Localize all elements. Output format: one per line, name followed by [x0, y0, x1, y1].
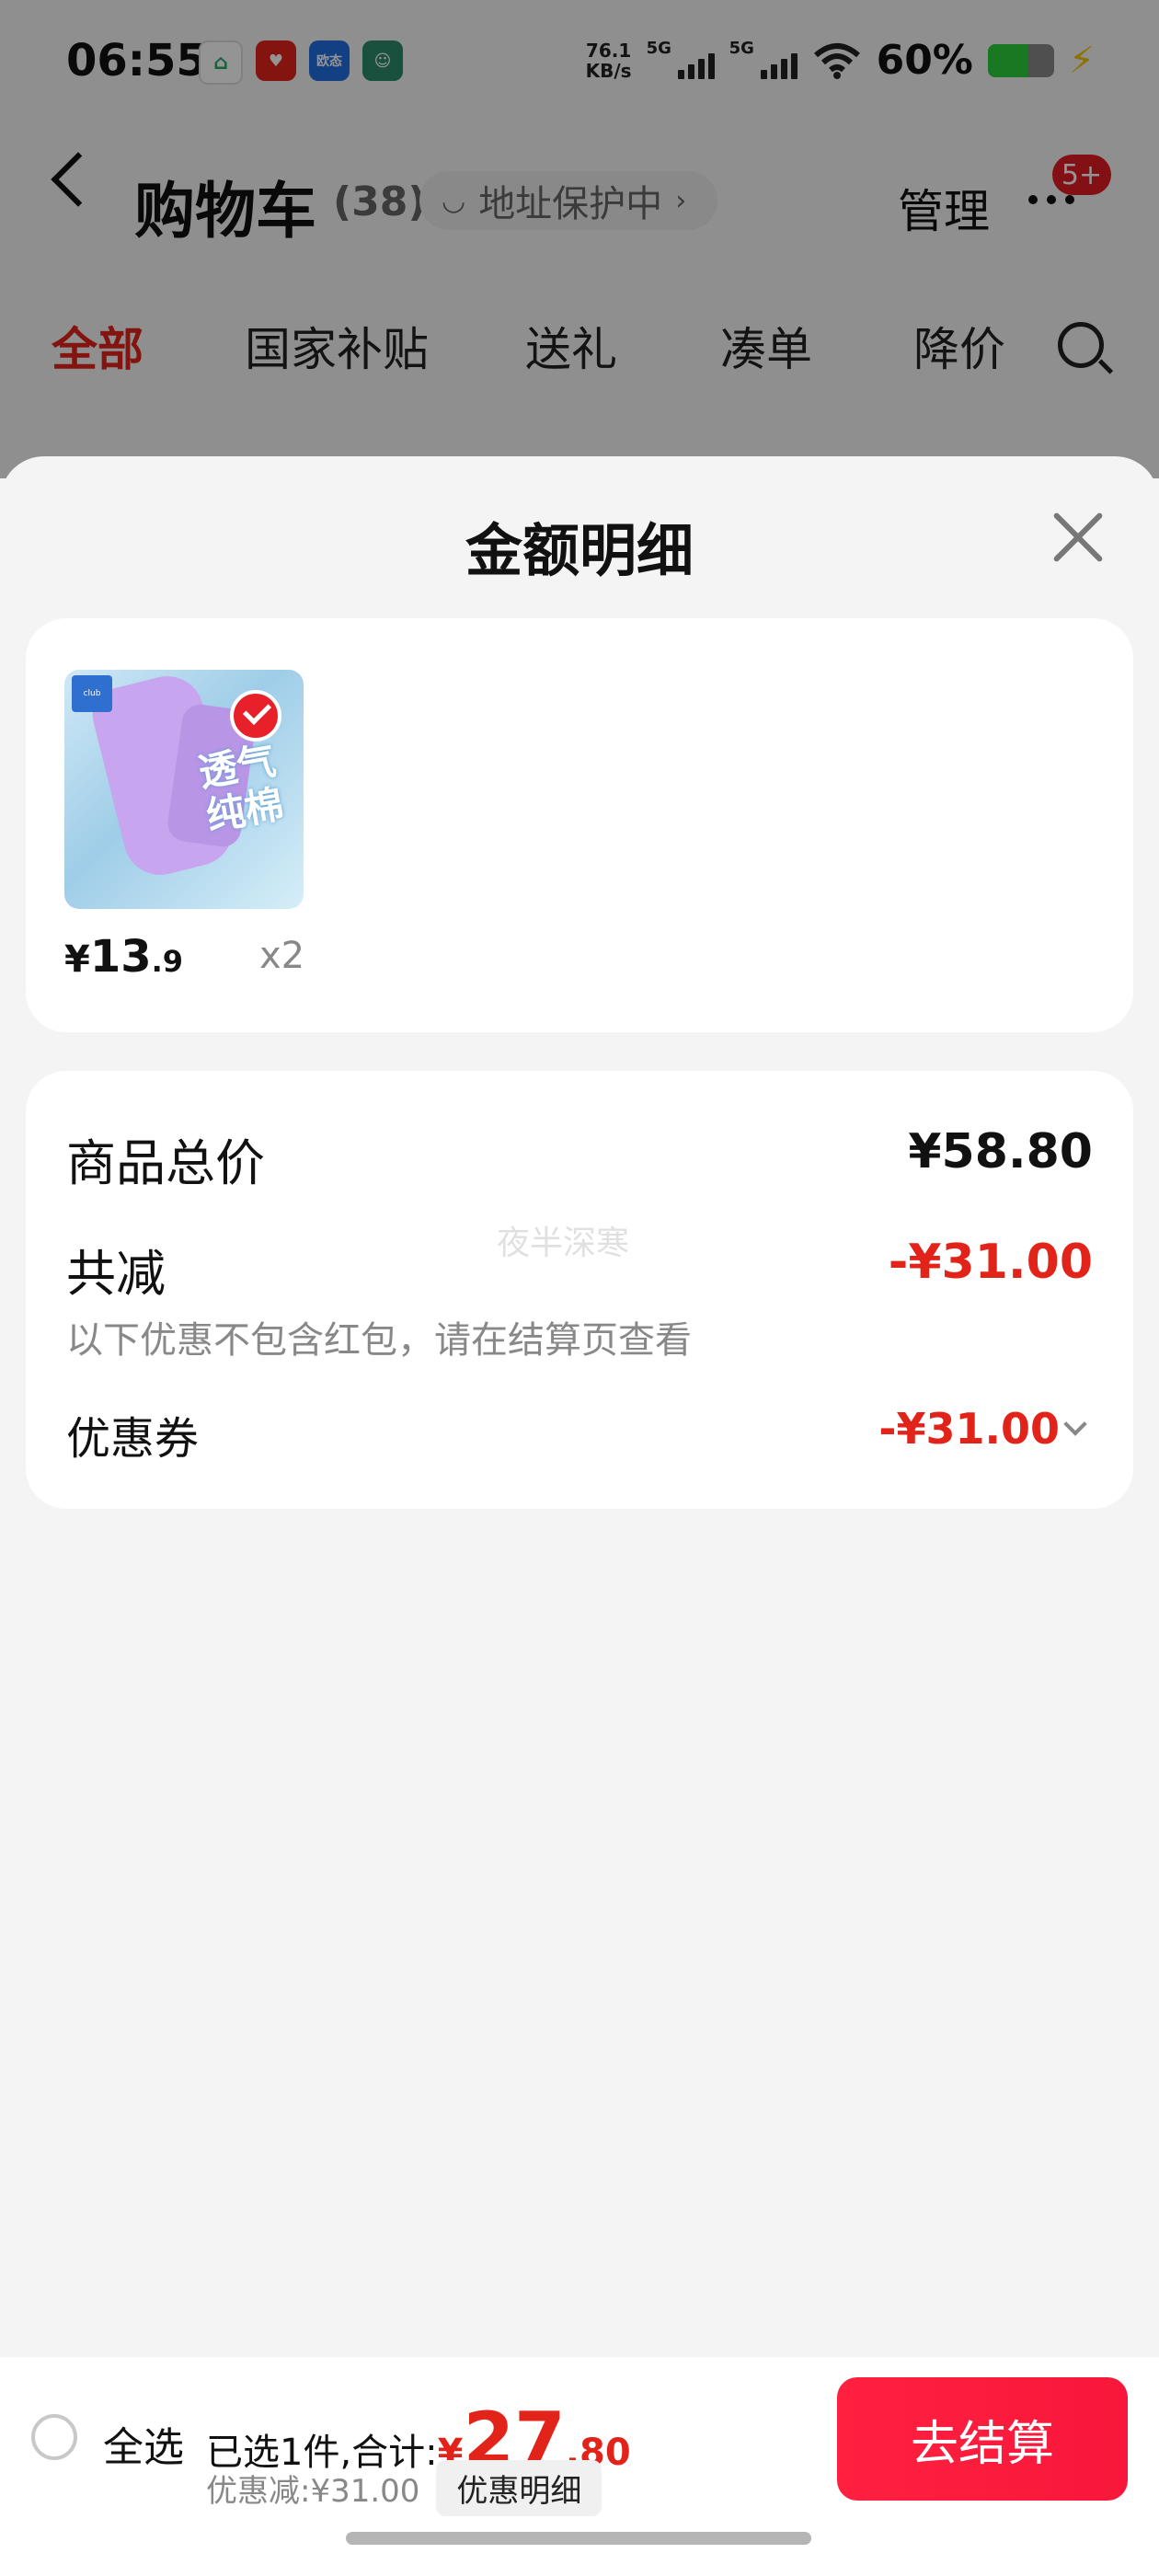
item-quantity: x2 [259, 935, 305, 977]
total-reduction-value: -¥31.00 [888, 1235, 1093, 1290]
item-price-symbol: ¥ [64, 938, 90, 981]
discount-text: 优惠减:¥31.00 [206, 2473, 420, 2510]
coupon-amount: -¥31.00 [878, 1404, 1060, 1454]
select-all-label[interactable]: 全选 [103, 2414, 184, 2473]
total-price-label: 商品总价 [66, 1134, 265, 1192]
coupon-label: 优惠券 [66, 1413, 200, 1465]
total-price-value: ¥58.80 [908, 1124, 1093, 1179]
product-thumbnail[interactable]: club 透气纯棉 [64, 670, 304, 909]
summary-card: 商品总价 ¥58.80 夜半深寒 共减 -¥31.00 以下优惠不包含红包，请在… [26, 1071, 1133, 1509]
home-indicator[interactable] [346, 2532, 811, 2545]
reduction-note: 以下优惠不包含红包，请在结算页查看 [66, 1319, 692, 1362]
chevron-down-icon [1063, 1412, 1087, 1436]
item-price-int: 13 [89, 931, 152, 983]
item-price-dec: .9 [151, 944, 184, 979]
item-price: ¥13.9 [64, 931, 183, 983]
checkout-button[interactable]: 去结算 [837, 2377, 1128, 2501]
close-icon[interactable] [1050, 510, 1106, 565]
check-icon [230, 690, 281, 742]
coupon-value[interactable]: -¥31.00 [878, 1404, 1087, 1454]
total-reduction-label: 共减 [66, 1245, 166, 1303]
discount-line: 优惠减:¥31.00 优惠明细 [206, 2460, 602, 2516]
amount-detail-sheet: 金额明细 club 透气纯棉 ¥13.9 x2 商品总价 ¥58.80 夜半深寒… [0, 456, 1159, 2576]
discount-detail-button[interactable]: 优惠明细 [436, 2460, 602, 2516]
sheet-title: 金额明细 [465, 517, 694, 584]
modal-overlay[interactable] [0, 0, 1159, 478]
brand-logo: club [72, 675, 112, 712]
watermark-text: 夜半深寒 [497, 1225, 630, 1262]
select-all-radio[interactable] [31, 2414, 77, 2460]
items-card: club 透气纯棉 ¥13.9 x2 [26, 618, 1133, 1032]
product-image-text: 透气纯棉 [195, 737, 287, 839]
